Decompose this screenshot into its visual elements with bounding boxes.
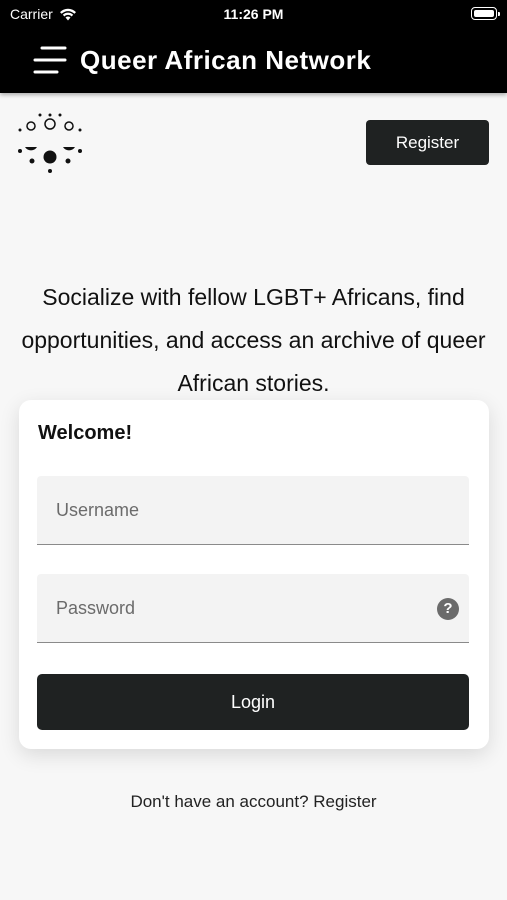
dots-logo-icon	[18, 113, 82, 173]
help-icon[interactable]: ?	[437, 598, 459, 620]
register-button[interactable]: Register	[366, 120, 489, 165]
password-input[interactable]	[37, 574, 469, 642]
battery-icon	[471, 7, 500, 20]
status-bar: Carrier 11:26 PM	[0, 0, 507, 28]
login-card: Welcome! ? Login	[19, 400, 489, 749]
username-field	[37, 476, 469, 545]
app-title: Queer African Network	[80, 45, 372, 75]
app-bar: Queer African Network	[0, 28, 507, 93]
login-button[interactable]: Login	[37, 674, 469, 730]
username-input[interactable]	[37, 476, 469, 544]
tagline: Socialize with fellow LGBT+ Africans, fi…	[21, 284, 486, 396]
status-time: 11:26 PM	[223, 6, 284, 22]
menu-icon[interactable]	[33, 44, 67, 76]
password-field: ?	[37, 574, 469, 643]
register-link[interactable]: Don't have an account? Register	[0, 792, 507, 812]
welcome-heading: Welcome!	[38, 422, 133, 444]
